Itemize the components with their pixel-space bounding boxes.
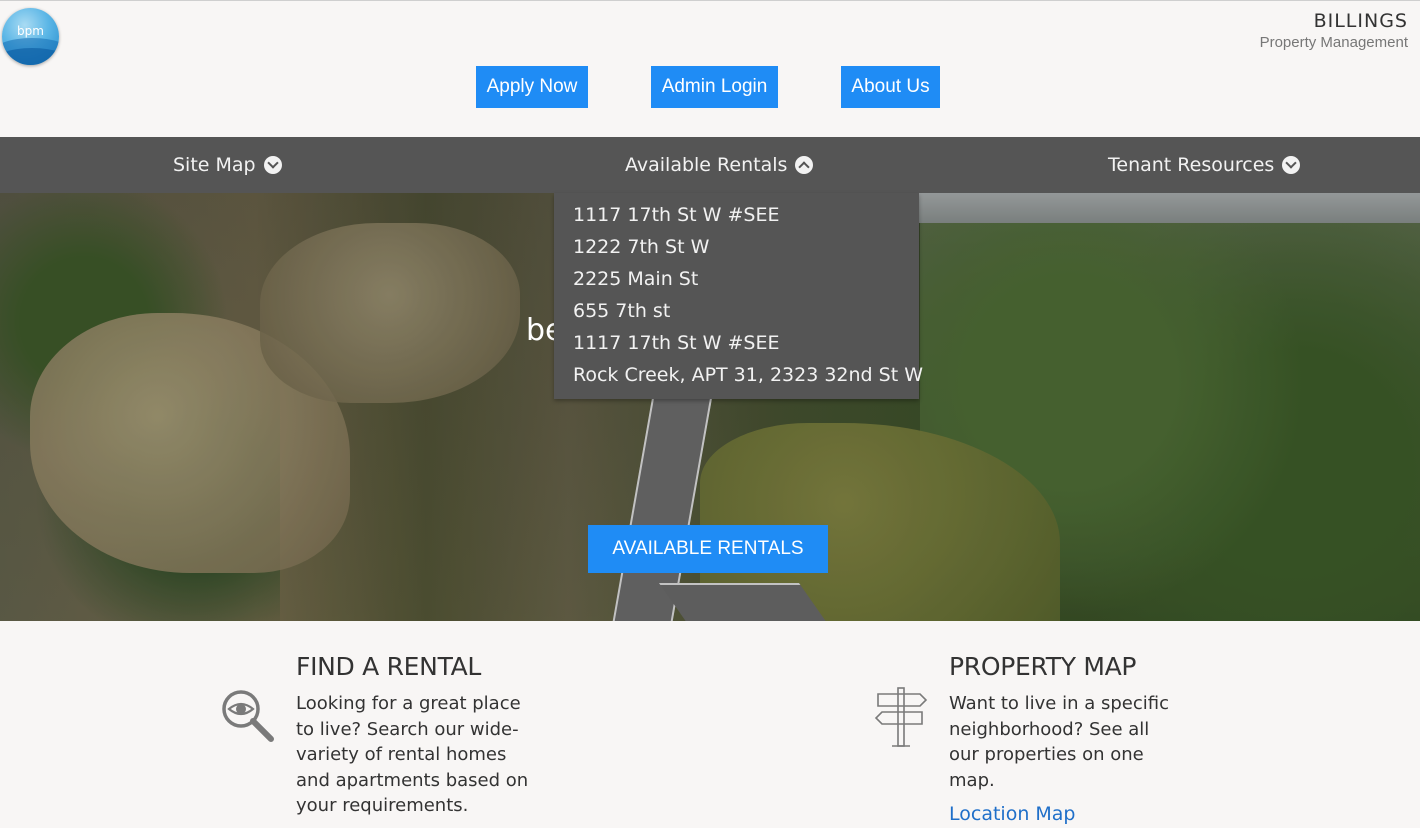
- signpost-icon: [874, 687, 928, 747]
- find-rental-text: Looking for a great place to live? Searc…: [296, 693, 529, 816]
- rental-menu-item[interactable]: 1222 7th St W: [554, 231, 919, 263]
- logo[interactable]: bpm: [2, 8, 59, 65]
- available-rentals-button[interactable]: AVAILABLE RENTALS: [588, 525, 828, 573]
- top-border: [0, 0, 1420, 1]
- nav-available-rentals-label: Available Rentals: [625, 154, 788, 176]
- brand-subtitle: Property Management: [1259, 34, 1408, 51]
- about-us-button[interactable]: About Us: [841, 66, 940, 108]
- rental-menu-item[interactable]: 1117 17th St W #SEE: [554, 327, 919, 359]
- main-nav: Site Map Available Rentals Tenant Resour…: [0, 137, 1420, 193]
- nav-available-rentals[interactable]: Available Rentals: [625, 137, 814, 193]
- chevron-down-icon: [1282, 156, 1301, 174]
- rental-menu-item[interactable]: 655 7th st: [554, 295, 919, 327]
- find-rental-feature: FIND A RENTAL Looking for a great place …: [296, 652, 536, 819]
- rental-menu-item[interactable]: 2225 Main St: [554, 263, 919, 295]
- nav-site-map[interactable]: Site Map: [173, 137, 282, 193]
- find-rental-title: FIND A RENTAL: [296, 652, 482, 681]
- nav-tenant-resources-label: Tenant Resources: [1108, 154, 1275, 176]
- magnifier-eye-icon: [222, 690, 274, 742]
- property-map-feature: PROPERTY MAP Want to live in a specific …: [949, 652, 1179, 825]
- property-map-title: PROPERTY MAP: [949, 652, 1137, 681]
- brand-name: BILLINGS: [1313, 10, 1408, 32]
- brand: BILLINGS Property Management: [1260, 10, 1408, 51]
- rental-menu-item[interactable]: 1117 17th St W #SEE: [554, 199, 919, 231]
- rental-menu-item[interactable]: Rock Creek, APT 31, 2323 32nd St W: [554, 359, 923, 391]
- logo-text: bpm: [17, 24, 44, 38]
- rentals-dropdown-menu: 1117 17th St W #SEE 1222 7th St W 2225 M…: [554, 193, 923, 399]
- chevron-up-icon: [795, 156, 814, 174]
- location-map-link[interactable]: Location Map: [949, 803, 1076, 825]
- property-map-text: Want to live in a specific neighborhood?…: [949, 693, 1169, 791]
- apply-now-button[interactable]: Apply Now: [476, 66, 588, 108]
- chevron-down-icon: [263, 156, 282, 174]
- logo-wave: [2, 48, 59, 65]
- nav-site-map-label: Site Map: [173, 154, 256, 176]
- nav-tenant-resources[interactable]: Tenant Resources: [1108, 137, 1301, 193]
- admin-login-button[interactable]: Admin Login: [651, 66, 778, 108]
